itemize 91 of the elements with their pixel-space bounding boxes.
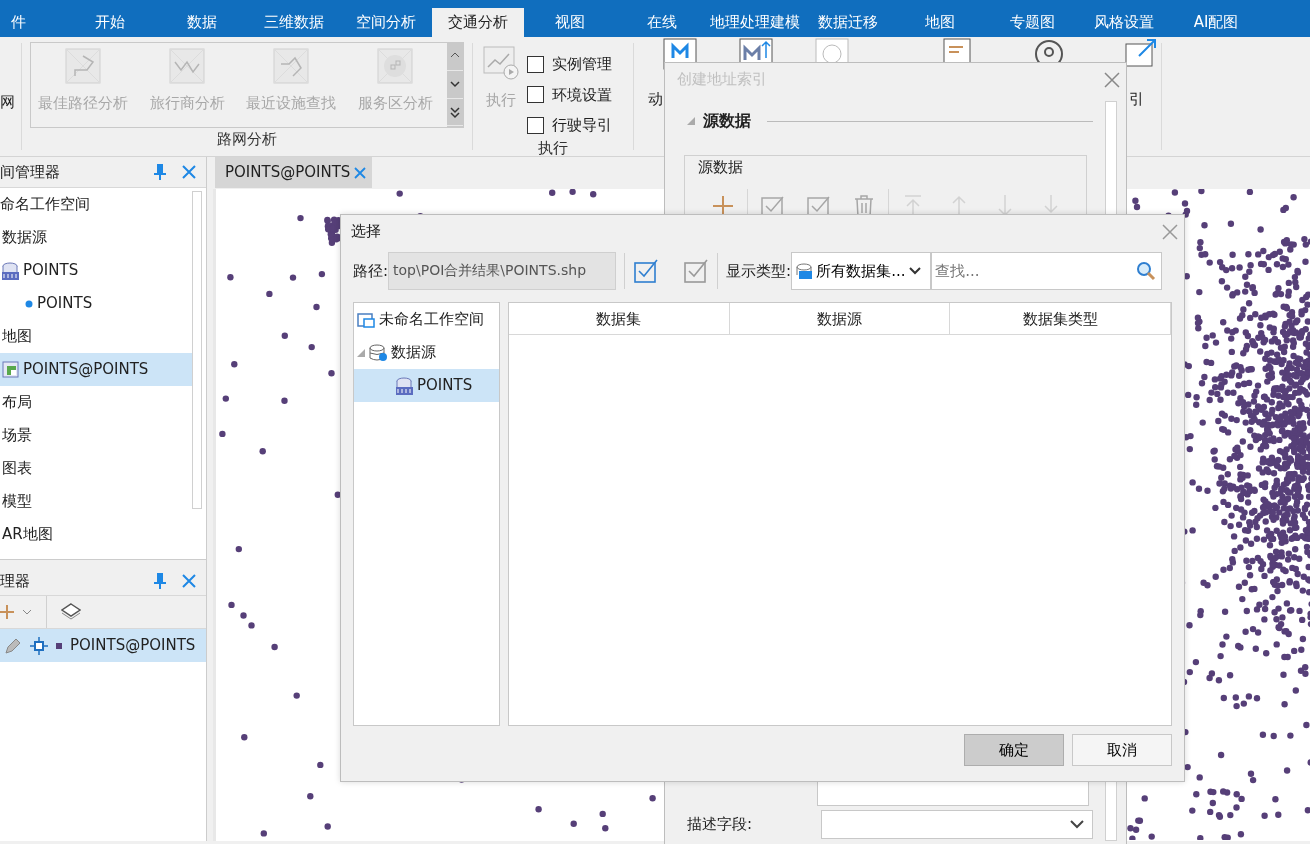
expand-icon[interactable]: [448, 105, 463, 120]
route-icon: [273, 48, 310, 84]
checkbox-label: 行驶导引: [552, 115, 612, 136]
caret-icon: [1070, 820, 1084, 829]
tree-item[interactable]: 命名工作空间: [0, 188, 192, 221]
caret-icon: [909, 267, 922, 275]
route-icon: [169, 48, 206, 84]
field-label: 描述字段:: [687, 814, 753, 836]
search-field[interactable]: 查找...: [931, 252, 1163, 290]
close-icon[interactable]: [182, 574, 196, 588]
menu-tab[interactable]: 数据: [156, 8, 248, 37]
menu-tab[interactable]: AI配图: [1170, 8, 1262, 37]
tree-item[interactable]: POINTS: [354, 369, 499, 402]
layer-item[interactable]: POINTS@POINTS: [0, 629, 206, 662]
tree-item[interactable]: POINTS: [0, 254, 192, 287]
menu-tab[interactable]: 三维数据: [248, 8, 340, 37]
menu-tab[interactable]: 在线: [616, 8, 708, 37]
input-field[interactable]: [817, 780, 1089, 806]
checkbox[interactable]: [527, 86, 544, 104]
panel-title: 间管理器: [0, 161, 60, 183]
dialog-title: 选择: [351, 221, 381, 243]
tree-item[interactable]: 布局: [0, 386, 192, 419]
panel-title: 理器: [0, 570, 30, 592]
menu-tab[interactable]: 件: [0, 8, 64, 37]
checkbox[interactable]: [527, 116, 544, 134]
close-icon[interactable]: [1104, 71, 1120, 88]
column-header[interactable]: 数据源: [729, 303, 951, 335]
pencil-icon: [4, 636, 22, 655]
menu-tab[interactable]: 开始: [64, 8, 156, 37]
tree-item[interactable]: AR地图: [0, 518, 192, 551]
tree-item[interactable]: 场景: [0, 419, 192, 452]
menu-tab[interactable]: 风格设置: [1078, 8, 1170, 37]
checkbox[interactable]: [527, 55, 544, 73]
select-all-icon[interactable]: [633, 258, 660, 284]
tree-item[interactable]: 图表: [0, 452, 192, 485]
point-icon: [25, 299, 33, 308]
database-icon: [369, 343, 387, 362]
route-icon: [65, 48, 101, 84]
expanded-triangle-icon[interactable]: [687, 117, 695, 125]
tree-item[interactable]: 地图: [0, 320, 192, 353]
layers-icon[interactable]: [61, 602, 81, 622]
path-field[interactable]: top\POI合并结果\POINTS.shp: [388, 252, 617, 290]
tree-item[interactable]: 数据源: [354, 336, 499, 369]
tree-item[interactable]: 数据源: [0, 221, 192, 254]
dropdown-field[interactable]: [821, 810, 1093, 839]
type-dropdown[interactable]: 所有数据集...: [791, 252, 932, 290]
close-icon[interactable]: [182, 165, 196, 179]
close-icon[interactable]: [1162, 223, 1178, 240]
pin-icon[interactable]: [154, 573, 166, 589]
group-label: 执行: [537, 137, 569, 159]
menu-tab[interactable]: 视图: [524, 8, 616, 37]
scrollbar[interactable]: [192, 191, 202, 509]
tree-item[interactable]: 模型: [0, 485, 192, 518]
tree-item[interactable]: POINTS@POINTS: [0, 353, 192, 386]
export-icon[interactable]: [1125, 38, 1157, 70]
route-icon: [377, 48, 414, 84]
caret-icon[interactable]: [22, 608, 32, 616]
database-icon: [396, 376, 413, 395]
group-label: 路网分析: [216, 128, 278, 150]
section-title: 源数据: [703, 110, 751, 132]
checkbox-label: 实例管理: [552, 54, 612, 75]
document-tab[interactable]: POINTS@POINTS: [215, 157, 373, 188]
panel-splitter[interactable]: [0, 559, 206, 567]
menu-tab[interactable]: 专题图: [986, 8, 1078, 37]
ribbon-label: 网: [0, 93, 15, 111]
field-label: 路径:: [353, 260, 389, 282]
checkbox-label: 环境设置: [552, 84, 612, 106]
close-icon[interactable]: [354, 166, 367, 179]
menu-tab[interactable]: 地图: [894, 8, 986, 37]
menu-tab[interactable]: 地理处理建模: [708, 8, 802, 37]
field-label: 显示类型:: [726, 260, 792, 282]
dialog-button[interactable]: 确定: [964, 734, 1064, 766]
pin-icon[interactable]: [154, 164, 166, 180]
column-header[interactable]: 数据集: [509, 303, 730, 335]
expanded-triangle-icon[interactable]: [357, 348, 365, 357]
menu-tab[interactable]: 数据迁移: [802, 8, 894, 37]
chart-play-icon: [483, 45, 519, 81]
checkbox-icon[interactable]: [683, 258, 710, 284]
ribbon-label: 引: [1129, 89, 1144, 110]
dialog-button[interactable]: 取消: [1072, 734, 1172, 766]
tree-item[interactable]: 未命名工作空间: [354, 303, 499, 336]
menu-tab[interactable]: 交通分析: [432, 8, 524, 37]
tree-item[interactable]: POINTS: [0, 287, 192, 320]
plus-icon[interactable]: [0, 605, 14, 619]
dataset-icon: [796, 263, 813, 279]
menu-tab[interactable]: 空间分析: [340, 8, 432, 37]
ribbon-label: 动: [648, 89, 663, 110]
map-icon: [2, 361, 19, 378]
column-header[interactable]: 数据集类型: [950, 303, 1171, 335]
point-style-icon: [56, 642, 62, 649]
workspace-icon: [357, 311, 375, 328]
